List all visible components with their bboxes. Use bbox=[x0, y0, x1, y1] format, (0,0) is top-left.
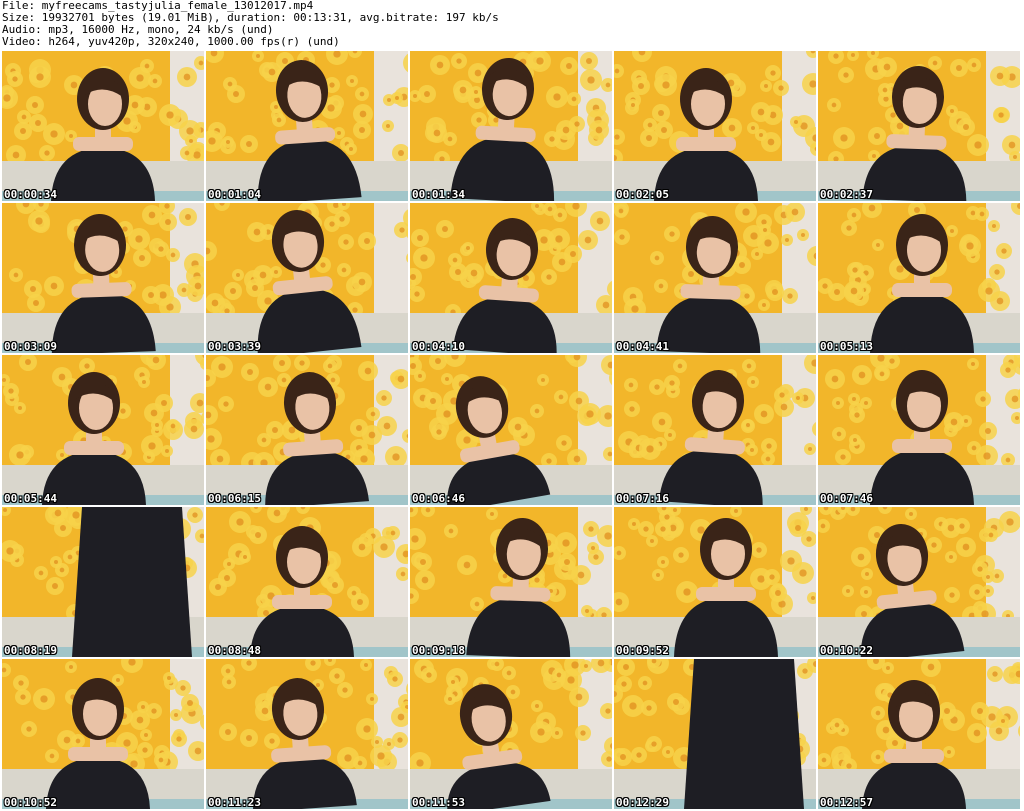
person-figure bbox=[684, 659, 804, 809]
thumbnail-frame bbox=[2, 203, 204, 353]
thumbnail-frame bbox=[410, 507, 612, 657]
thumbnail-frame bbox=[2, 355, 204, 505]
thumbnail-timestamp: 00:09:18 bbox=[412, 644, 465, 657]
thumbnail-timestamp: 00:05:13 bbox=[820, 340, 873, 353]
thumbnail-timestamp: 00:04:10 bbox=[412, 340, 465, 353]
thumbnail-timestamp: 00:06:15 bbox=[208, 492, 261, 505]
thumbnail-frame bbox=[410, 659, 612, 809]
thumbnail-timestamp: 00:07:46 bbox=[820, 492, 873, 505]
video-thumbnail: 00:08:48 bbox=[206, 507, 408, 657]
video-thumbnail: 00:10:52 bbox=[2, 659, 204, 809]
video-thumbnail: 00:08:19 bbox=[2, 507, 204, 657]
thumbnail-frame bbox=[206, 659, 408, 809]
video-thumbnail: 00:04:41 bbox=[614, 203, 816, 353]
thumbnail-timestamp: 00:03:39 bbox=[208, 340, 261, 353]
thumbnail-frame bbox=[614, 51, 816, 201]
thumbnail-frame bbox=[614, 659, 816, 809]
thumbnail-timestamp: 00:12:29 bbox=[616, 796, 669, 809]
video-thumbnail: 00:03:09 bbox=[2, 203, 204, 353]
thumbnail-timestamp: 00:02:37 bbox=[820, 188, 873, 201]
thumbnail-frame bbox=[2, 659, 204, 809]
video-thumbnail: 00:06:15 bbox=[206, 355, 408, 505]
thumbnail-frame bbox=[818, 203, 1020, 353]
video-thumbnail: 00:07:16 bbox=[614, 355, 816, 505]
thumbnail-timestamp: 00:03:09 bbox=[4, 340, 57, 353]
video-thumbnail: 00:02:05 bbox=[614, 51, 816, 201]
video-thumbnail: 00:09:18 bbox=[410, 507, 612, 657]
thumbnail-frame bbox=[410, 203, 612, 353]
thumbnail-frame bbox=[818, 507, 1020, 657]
thumbnail-timestamp: 00:11:53 bbox=[412, 796, 465, 809]
thumbnail-timestamp: 00:08:48 bbox=[208, 644, 261, 657]
person-figure bbox=[72, 507, 192, 657]
thumbnail-timestamp: 00:04:41 bbox=[616, 340, 669, 353]
video-thumbnail: 00:06:46 bbox=[410, 355, 612, 505]
thumbnail-frame bbox=[2, 51, 204, 201]
thumbnail-frame bbox=[614, 203, 816, 353]
thumbnail-timestamp: 00:01:04 bbox=[208, 188, 261, 201]
video-thumbnail: 00:12:57 bbox=[818, 659, 1020, 809]
thumbnail-timestamp: 00:02:05 bbox=[616, 188, 669, 201]
thumbnail-frame bbox=[206, 355, 408, 505]
video-thumbnail: 00:11:23 bbox=[206, 659, 408, 809]
thumbnail-grid: 00:00:34 00:01:04 00:01:34 00:02:05 00:0… bbox=[2, 51, 1022, 810]
file-info-header: File: myfreecams_tastyjulia_female_13012… bbox=[2, 0, 1002, 48]
thumbnail-frame bbox=[206, 51, 408, 201]
video-thumbnail: 00:05:13 bbox=[818, 203, 1020, 353]
thumbnail-frame bbox=[818, 355, 1020, 505]
video-thumbnail: 00:09:52 bbox=[614, 507, 816, 657]
thumbnail-frame bbox=[206, 203, 408, 353]
thumbnail-timestamp: 00:09:52 bbox=[616, 644, 669, 657]
thumbnail-timestamp: 00:05:44 bbox=[4, 492, 57, 505]
thumbnail-timestamp: 00:10:22 bbox=[820, 644, 873, 657]
thumbnail-frame bbox=[614, 355, 816, 505]
thumbnail-frame bbox=[410, 51, 612, 201]
thumbnail-frame bbox=[818, 659, 1020, 809]
video-info-line: Video: h264, yuv420p, 320x240, 1000.00 f… bbox=[2, 35, 340, 48]
video-thumbnail: 00:12:29 bbox=[614, 659, 816, 809]
video-thumbnail: 00:00:34 bbox=[2, 51, 204, 201]
thumbnail-frame bbox=[410, 355, 612, 505]
thumbnail-timestamp: 00:11:23 bbox=[208, 796, 261, 809]
thumbnail-timestamp: 00:10:52 bbox=[4, 796, 57, 809]
thumbnail-timestamp: 00:06:46 bbox=[412, 492, 465, 505]
video-thumbnail: 00:10:22 bbox=[818, 507, 1020, 657]
video-thumbnail: 00:02:37 bbox=[818, 51, 1020, 201]
thumbnail-frame bbox=[614, 507, 816, 657]
thumbnail-frame bbox=[2, 507, 204, 657]
video-thumbnail: 00:01:04 bbox=[206, 51, 408, 201]
video-thumbnail: 00:07:46 bbox=[818, 355, 1020, 505]
video-thumbnail: 00:05:44 bbox=[2, 355, 204, 505]
video-thumbnail: 00:03:39 bbox=[206, 203, 408, 353]
thumbnail-timestamp: 00:01:34 bbox=[412, 188, 465, 201]
thumbnail-frame bbox=[818, 51, 1020, 201]
thumbnail-timestamp: 00:08:19 bbox=[4, 644, 57, 657]
thumbnail-timestamp: 00:12:57 bbox=[820, 796, 873, 809]
thumbnail-timestamp: 00:00:34 bbox=[4, 188, 57, 201]
thumbnail-frame bbox=[206, 507, 408, 657]
video-thumbnail: 00:01:34 bbox=[410, 51, 612, 201]
video-thumbnail: 00:04:10 bbox=[410, 203, 612, 353]
thumbnail-timestamp: 00:07:16 bbox=[616, 492, 669, 505]
video-thumbnail: 00:11:53 bbox=[410, 659, 612, 809]
